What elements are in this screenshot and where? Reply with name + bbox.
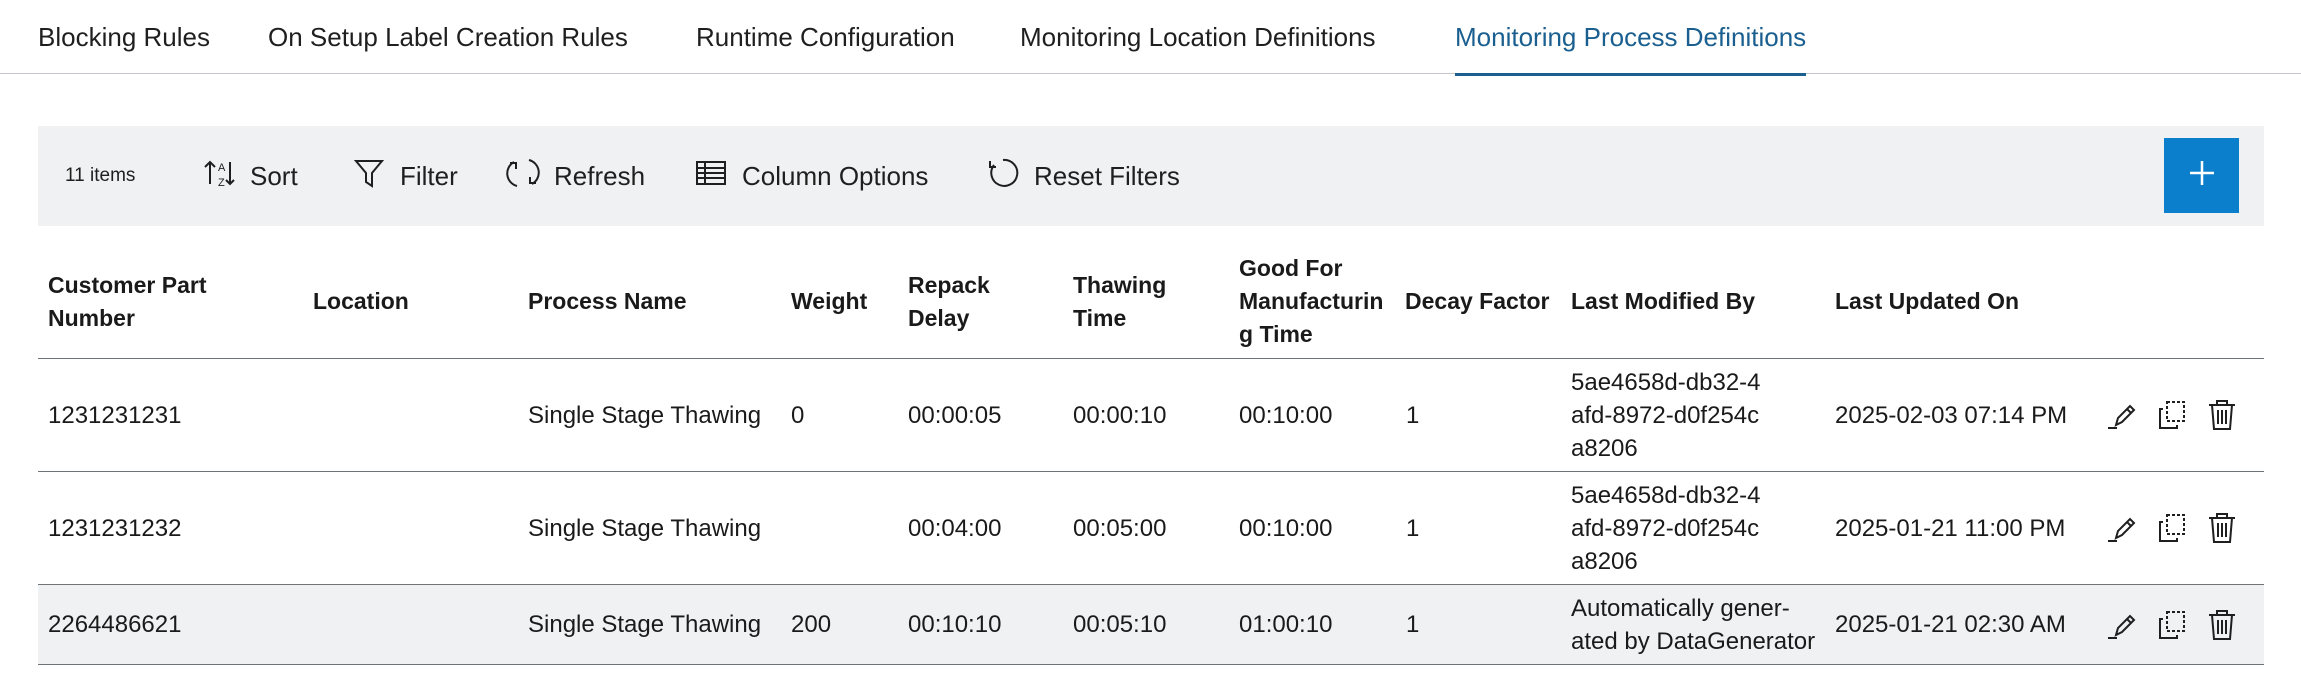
tab-monitoring-process-definitions[interactable]: Monitoring Process Definitions (1455, 0, 1807, 76)
cell-thawing-time: 00:00:10 (1073, 401, 1167, 429)
refresh-label: Refresh (554, 160, 646, 191)
cell-last-modified-by: Automatically gener-ated by DataGenerato… (1571, 594, 1816, 655)
column-header-process-name[interactable]: Process Name (528, 244, 768, 359)
tab-on-setup-label-creation-rules[interactable]: On Setup Label Creation Rules (268, 0, 628, 74)
column-options-label: Column Options (742, 160, 929, 191)
column-header-thawing-time[interactable]: Thawing Time (1073, 244, 1213, 359)
column-header-good-for-manufacturing-time[interactable]: Good For Manufacturin g Time (1239, 244, 1401, 359)
cell-process-name: Single Stage Thawing (528, 611, 762, 638)
cell-last-updated-on: 2025-01-21 11:00 PM (1835, 514, 2066, 542)
table-row[interactable]: 1231231232 Single Stage Thawing 00:04:00… (38, 472, 2264, 585)
column-header-last-modified-by[interactable]: Last Modified By (1571, 244, 1821, 359)
tab-monitoring-location-definitions[interactable]: Monitoring Location Definitions (1020, 0, 1376, 74)
items-count: 11 items (65, 165, 136, 186)
cell-thawing-time: 00:05:10 (1073, 611, 1167, 638)
reset-filters-button[interactable]: Reset Filters (986, 126, 1180, 226)
cell-repack-delay: 00:04:00 (908, 514, 1002, 542)
cell-weight: 0 (791, 401, 805, 429)
sort-label: Sort (250, 160, 298, 191)
cell-process-name: Single Stage Thawing (528, 401, 762, 429)
svg-text:A: A (218, 162, 226, 174)
row-actions (2106, 359, 2238, 471)
edit-icon[interactable] (2106, 608, 2138, 642)
column-header-location[interactable]: Location (313, 244, 513, 359)
refresh-icon (506, 156, 540, 197)
tab-bar: Blocking Rules On Setup Label Creation R… (0, 0, 2301, 76)
table-header: Customer Part Number Location Process Na… (38, 244, 2264, 359)
cell-customer-part-number: 1231231231 (48, 401, 182, 429)
edit-icon[interactable] (2106, 511, 2138, 545)
row-actions (2106, 472, 2238, 584)
delete-icon[interactable] (2206, 398, 2238, 432)
column-header-customer-part-number[interactable]: Customer Part Number (48, 244, 298, 359)
refresh-button[interactable]: Refresh (506, 126, 645, 226)
cell-last-modified-by: 5ae4658d-db32-4afd-8972-d0f254ca8206 (1571, 368, 1761, 462)
table-columns-icon (694, 156, 728, 197)
filter-button[interactable]: Filter (352, 126, 458, 226)
delete-icon[interactable] (2206, 608, 2238, 642)
column-header-repack-delay[interactable]: Repack Delay (908, 244, 1048, 359)
process-definitions-table: Customer Part Number Location Process Na… (38, 244, 2264, 665)
copy-icon[interactable] (2156, 608, 2188, 642)
cell-last-updated-on: 2025-01-21 02:30 AM (1835, 611, 2066, 638)
cell-good-for-manufacturing-time: 00:10:00 (1239, 401, 1333, 429)
delete-icon[interactable] (2206, 511, 2238, 545)
cell-repack-delay: 00:00:05 (908, 401, 1002, 429)
cell-decay-factor: 1 (1406, 401, 1420, 429)
cell-last-updated-on: 2025-02-03 07:14 PM (1835, 401, 2068, 429)
cell-customer-part-number: 1231231232 (48, 514, 182, 542)
column-options-button[interactable]: Column Options (694, 126, 928, 226)
reset-icon (986, 156, 1020, 197)
row-actions (2106, 585, 2238, 664)
tab-blocking-rules[interactable]: Blocking Rules (38, 0, 210, 74)
cell-decay-factor: 1 (1406, 514, 1420, 542)
table-row[interactable]: 2264486621 Single Stage Thawing 200 00:1… (38, 585, 2264, 665)
cell-process-name: Single Stage Thawing (528, 514, 762, 542)
cell-decay-factor: 1 (1406, 611, 1420, 638)
column-header-last-updated-on[interactable]: Last Updated On (1835, 244, 2085, 359)
cell-repack-delay: 00:10:10 (908, 611, 1002, 638)
sort-button[interactable]: A Z Sort (202, 126, 298, 226)
cell-good-for-manufacturing-time: 00:10:00 (1239, 514, 1333, 542)
add-button[interactable] (2164, 138, 2239, 213)
filter-label: Filter (400, 160, 458, 191)
edit-icon[interactable] (2106, 398, 2138, 432)
sort-icon: A Z (202, 156, 236, 197)
plus-icon (2187, 158, 2217, 193)
table-row[interactable]: 1231231231 Single Stage Thawing 0 00:00:… (38, 359, 2264, 472)
cell-thawing-time: 00:05:00 (1073, 514, 1167, 542)
column-header-decay-factor[interactable]: Decay Factor (1405, 244, 1560, 359)
tab-runtime-configuration[interactable]: Runtime Configuration (696, 0, 955, 74)
cell-last-modified-by: 5ae4658d-db32-4afd-8972-d0f254ca8206 (1571, 481, 1761, 575)
svg-text:Z: Z (218, 177, 225, 189)
table-toolbar: 11 items A Z Sort Filter Refresh Column … (38, 126, 2264, 226)
reset-filters-label: Reset Filters (1034, 160, 1180, 191)
copy-icon[interactable] (2156, 398, 2188, 432)
cell-weight: 200 (791, 611, 832, 638)
copy-icon[interactable] (2156, 511, 2188, 545)
cell-customer-part-number: 2264486621 (48, 611, 182, 638)
cell-good-for-manufacturing-time: 01:00:10 (1239, 611, 1333, 638)
filter-icon (352, 156, 386, 197)
column-header-weight[interactable]: Weight (791, 244, 891, 359)
